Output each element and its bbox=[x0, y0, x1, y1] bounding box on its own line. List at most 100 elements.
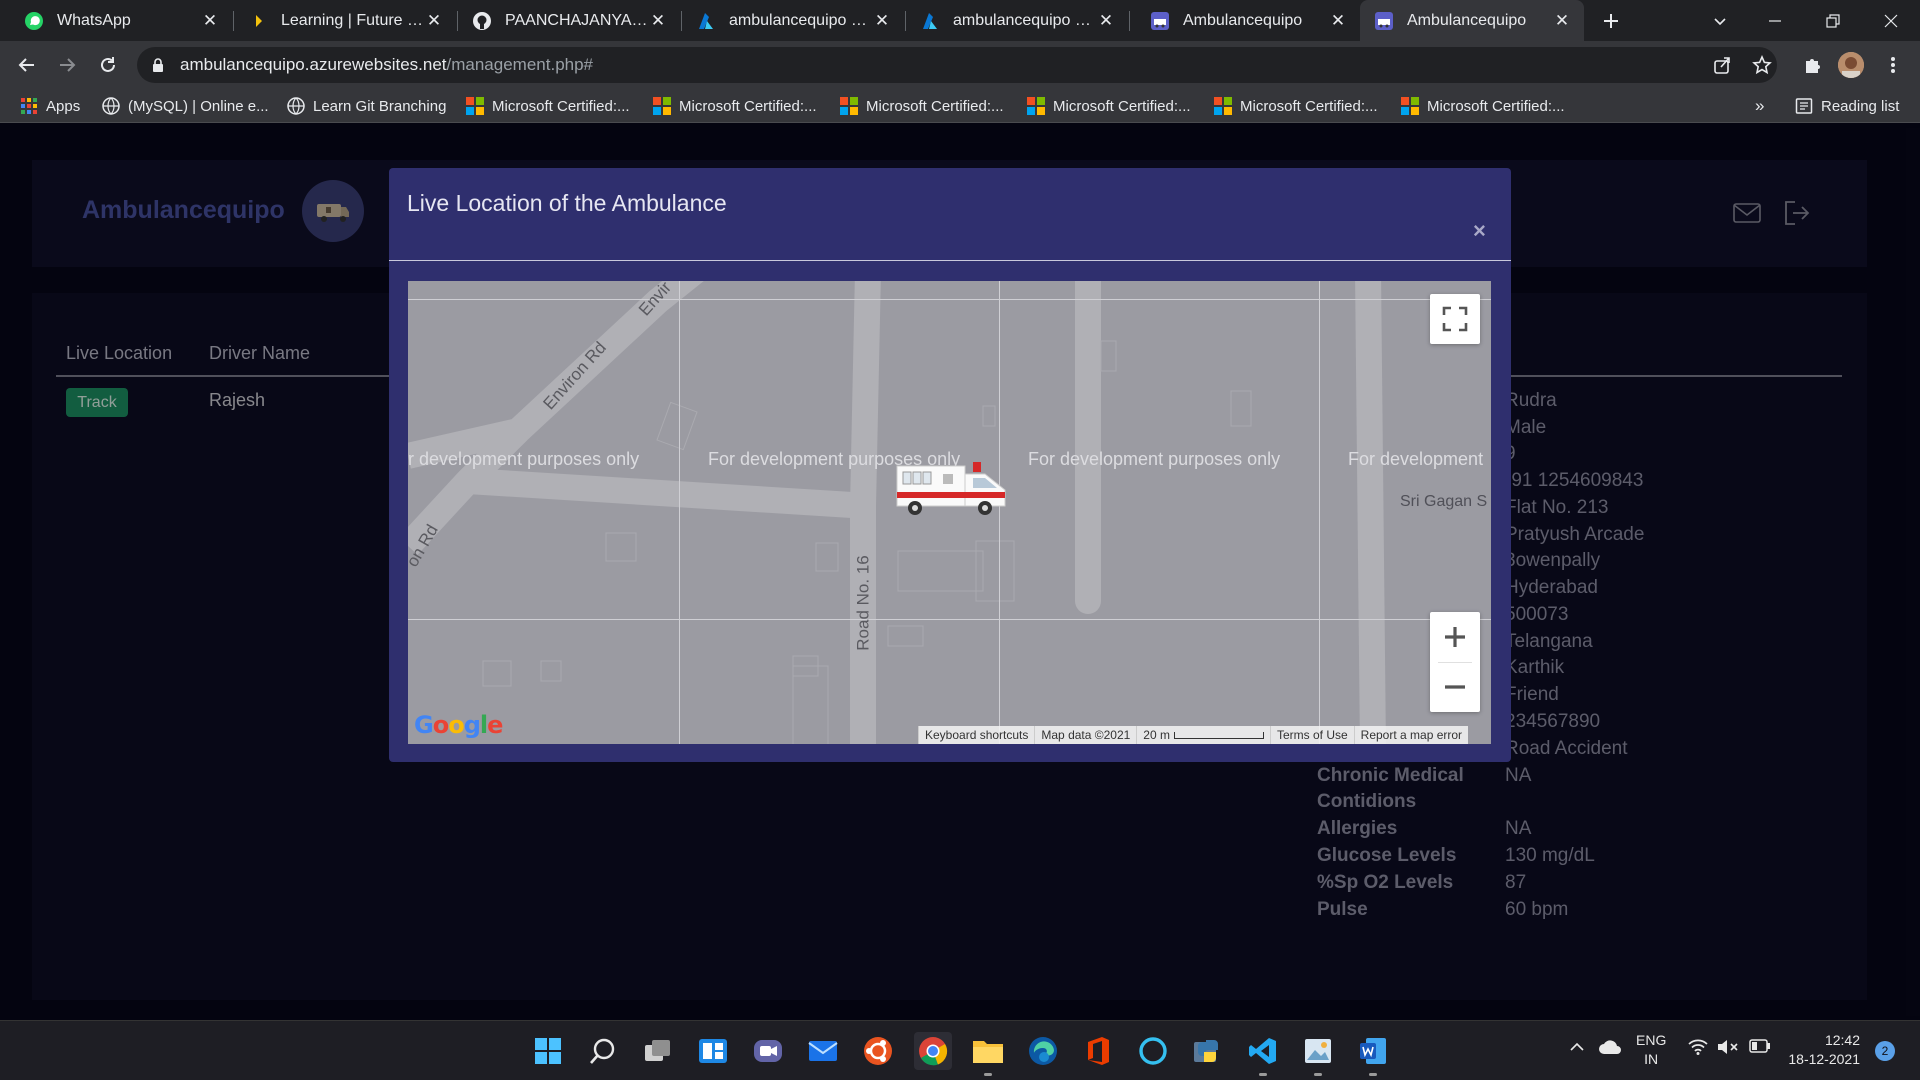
bookmark-mysql[interactable]: (MySQL) | Online e... bbox=[102, 89, 269, 123]
zoom-in-button[interactable] bbox=[1430, 612, 1480, 662]
browser-menu-button[interactable] bbox=[1878, 50, 1908, 80]
ambulance-marker[interactable] bbox=[893, 458, 1009, 521]
close-icon[interactable]: ✕ bbox=[424, 11, 444, 31]
keyboard-shortcuts-link[interactable]: Keyboard shortcuts bbox=[918, 726, 1035, 744]
clock[interactable]: 12:42 18-12-2021 bbox=[1780, 1031, 1860, 1069]
teams-chat-button[interactable] bbox=[749, 1032, 787, 1070]
share-button[interactable] bbox=[1707, 50, 1737, 80]
mail-app-button[interactable] bbox=[804, 1032, 842, 1070]
volume-button[interactable] bbox=[1717, 1039, 1739, 1055]
tab-github[interactable]: PAANCHAJANYA/amb ✕ bbox=[458, 0, 680, 41]
wifi-button[interactable] bbox=[1688, 1039, 1708, 1055]
terms-of-use-link[interactable]: Terms of Use bbox=[1269, 726, 1354, 744]
address-bar[interactable]: ambulancequipo.azurewebsites.net/managem… bbox=[137, 47, 1777, 83]
puzzle-icon bbox=[1806, 59, 1820, 73]
onedrive-button[interactable] bbox=[1598, 1039, 1622, 1055]
ubuntu-button[interactable] bbox=[859, 1032, 897, 1070]
reading-list-button[interactable]: Reading list bbox=[1795, 89, 1899, 123]
office-button[interactable] bbox=[1079, 1032, 1117, 1070]
taskbar-search-button[interactable] bbox=[584, 1032, 622, 1070]
close-icon[interactable]: ✕ bbox=[200, 11, 220, 31]
show-hidden-icons-button[interactable] bbox=[1569, 1039, 1585, 1055]
bookmark-apps[interactable]: Apps bbox=[20, 89, 80, 123]
map-scale[interactable]: 20 m bbox=[1136, 726, 1270, 744]
fullscreen-icon bbox=[1442, 306, 1468, 332]
ambulancequipo-icon bbox=[1150, 11, 1170, 31]
photos-icon bbox=[1305, 1039, 1331, 1063]
volume-muted-icon bbox=[1718, 1040, 1738, 1054]
close-icon[interactable]: ✕ bbox=[872, 11, 892, 31]
bookmark-ms-cert-2[interactable]: Microsoft Certified:... bbox=[653, 89, 817, 123]
close-icon[interactable]: ✕ bbox=[1096, 11, 1116, 31]
office-icon bbox=[1088, 1037, 1109, 1065]
profile-avatar[interactable] bbox=[1838, 52, 1864, 78]
task-view-icon bbox=[645, 1040, 670, 1061]
tab-learning[interactable]: Learning | Future Rea ✕ bbox=[234, 0, 456, 41]
tab-ambulancequipo-active[interactable]: Ambulancequipo ✕ bbox=[1360, 0, 1584, 41]
file-explorer-button[interactable] bbox=[969, 1032, 1007, 1076]
report-map-error-link[interactable]: Report a map error bbox=[1353, 726, 1469, 744]
map-tile-line bbox=[1319, 281, 1320, 744]
windows-taskbar: ENG IN 12:42 18-12-2021 2 bbox=[0, 1020, 1920, 1080]
chrome-button[interactable] bbox=[914, 1032, 952, 1070]
tab-azure-1[interactable]: ambulancequipo - Mi ✕ bbox=[682, 0, 904, 41]
tab-whatsapp[interactable]: WhatsApp ✕ bbox=[0, 0, 232, 41]
bookmark-learn-git[interactable]: Learn Git Branching bbox=[287, 89, 446, 123]
restore-button[interactable] bbox=[1808, 0, 1858, 41]
chevron-up-icon bbox=[1570, 1042, 1584, 1051]
bookmark-ms-cert-1[interactable]: Microsoft Certified:... bbox=[466, 89, 630, 123]
word-button[interactable] bbox=[1354, 1032, 1392, 1076]
map-view[interactable]: r development purposes only For developm… bbox=[408, 281, 1491, 744]
modal-title: Live Location of the Ambulance bbox=[407, 190, 727, 216]
minimize-button[interactable] bbox=[1750, 0, 1800, 41]
edge-button[interactable] bbox=[1024, 1032, 1062, 1070]
forward-button[interactable] bbox=[52, 50, 82, 80]
tab-ambulancequipo-1[interactable]: Ambulancequipo ✕ bbox=[1130, 0, 1360, 41]
task-view-button[interactable] bbox=[639, 1032, 677, 1070]
zoom-out-button[interactable] bbox=[1430, 662, 1480, 712]
reload-button[interactable] bbox=[93, 50, 123, 80]
bookmark-ms-cert-5[interactable]: Microsoft Certified:... bbox=[1214, 89, 1378, 123]
start-button[interactable] bbox=[529, 1032, 567, 1070]
bookmark-ms-cert-3[interactable]: Microsoft Certified:... bbox=[840, 89, 1004, 123]
tab-search-button[interactable] bbox=[1695, 0, 1745, 41]
mail-icon bbox=[808, 1041, 838, 1061]
battery-button[interactable] bbox=[1749, 1039, 1771, 1053]
bookmark-ms-cert-6[interactable]: Microsoft Certified:... bbox=[1401, 89, 1565, 123]
bookmark-star-button[interactable] bbox=[1747, 50, 1777, 80]
close-icon[interactable]: ✕ bbox=[1552, 11, 1572, 31]
python-button[interactable] bbox=[1189, 1032, 1227, 1070]
close-icon[interactable]: ✕ bbox=[1328, 11, 1348, 31]
back-button[interactable] bbox=[12, 50, 42, 80]
language-indicator[interactable]: ENG IN bbox=[1636, 1031, 1666, 1069]
map-data-attribution: Map data ©2021 bbox=[1034, 726, 1137, 744]
bookmark-label: Apps bbox=[46, 97, 81, 115]
microsoft-icon bbox=[1401, 97, 1419, 115]
clock-date: 18-12-2021 bbox=[1788, 1051, 1860, 1067]
cortana-button[interactable] bbox=[1134, 1032, 1172, 1070]
arrow-left-icon bbox=[18, 58, 34, 72]
vscode-button[interactable] bbox=[1244, 1032, 1282, 1076]
whatsapp-icon bbox=[24, 11, 44, 31]
tab-azure-2[interactable]: ambulancequipo (aml ✕ bbox=[906, 0, 1128, 41]
bookmark-label: Microsoft Certified:... bbox=[1240, 97, 1378, 115]
map-fullscreen-button[interactable] bbox=[1430, 294, 1480, 344]
extensions-button[interactable] bbox=[1797, 50, 1827, 80]
microsoft-icon bbox=[840, 97, 858, 115]
photos-button[interactable] bbox=[1299, 1032, 1337, 1076]
reading-list-icon bbox=[1795, 97, 1813, 115]
microsoft-icon bbox=[1214, 97, 1232, 115]
close-window-button[interactable] bbox=[1866, 0, 1916, 41]
tab-label: Ambulancequipo bbox=[1183, 11, 1303, 29]
bookmark-ms-cert-4[interactable]: Microsoft Certified:... bbox=[1027, 89, 1191, 123]
widgets-button[interactable] bbox=[694, 1032, 732, 1070]
close-icon[interactable]: ✕ bbox=[648, 11, 668, 31]
search-icon bbox=[590, 1038, 615, 1064]
modal-close-button[interactable]: × bbox=[1473, 218, 1486, 244]
browser-tab-strip: WhatsApp ✕ Learning | Future Rea ✕ PAANC… bbox=[0, 0, 1920, 41]
more-bookmarks-button[interactable]: » bbox=[1755, 89, 1764, 123]
url-host: ambulancequipo.azurewebsites.net bbox=[180, 55, 447, 74]
google-logo[interactable]: Google bbox=[414, 711, 503, 739]
notification-badge[interactable]: 2 bbox=[1875, 1041, 1895, 1061]
new-tab-button[interactable] bbox=[1597, 7, 1625, 35]
